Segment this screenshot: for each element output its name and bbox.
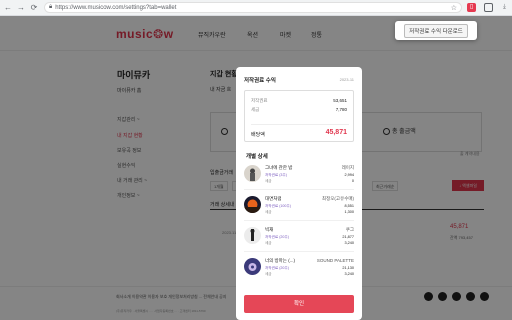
modal-title: 저작권료 수익 — [244, 78, 276, 84]
tax-value: 1,300 — [344, 210, 354, 214]
tax-label: 세금 — [265, 210, 272, 214]
extension-popup: 저작권료 수익 다운로드 — [395, 21, 477, 40]
forward-icon[interactable]: → — [16, 3, 26, 13]
song-item: 대면처럼 최정오(고유수매) 저작권료 (100주) 세금 8,551 1,30… — [244, 195, 354, 225]
song-title: 그녀에 관한 밤 — [265, 165, 293, 170]
tax-label: 세금 — [265, 241, 272, 245]
summary-tax-value: 7,780 — [335, 107, 347, 112]
royalty-value: 8,551 — [344, 204, 354, 208]
payout-label: 배당액 — [251, 132, 265, 138]
url-text: https://www.musicow.com/settings?tab=wal… — [55, 4, 177, 11]
summary-royalty-label: 저작권료 — [251, 98, 268, 103]
album-cover — [244, 165, 261, 182]
detail-title: 개별 상세 — [246, 154, 268, 160]
item-divider — [244, 220, 354, 221]
royalty-value: 21,877 — [342, 235, 354, 239]
item-divider — [244, 251, 354, 252]
royalty-download-button[interactable]: 저작권료 수익 다운로드 — [404, 23, 468, 38]
tax-value: 0 — [351, 179, 354, 183]
royalty-label: 저작권료 (20주) — [265, 266, 289, 270]
song-artist: SOUND PALETTE — [316, 258, 354, 263]
payout-value: 45,871 — [325, 129, 347, 136]
song-item: 빅재 쿠그 저작권료 (20주) 세금 21,877 3,240 — [244, 226, 354, 256]
extension-download-icon[interactable]: ▯ — [467, 3, 476, 12]
lock-icon: 🔒︎ — [49, 4, 53, 10]
royalty-label: 저작권료 (20주) — [265, 235, 289, 239]
browser-toolbar: ← → ⟳ 🔒︎ https://www.musicow.com/setting… — [0, 0, 512, 16]
song-title: 너의 방마는 (...) — [265, 258, 295, 263]
summary-box: 저작권료 53,651 세금 7,780 배당액 45,871 — [244, 90, 354, 142]
extensions-puzzle-icon[interactable] — [484, 3, 493, 12]
album-cover — [244, 258, 261, 275]
royalty-value: 21,130 — [342, 266, 354, 270]
song-item: 너의 방마는 (...) SOUND PALETTE 저작권료 (20주) 세금… — [244, 257, 354, 287]
tax-label: 세금 — [265, 272, 272, 276]
summary-tax-label: 세금 — [251, 107, 260, 112]
song-artist: 레이지 — [341, 165, 354, 170]
bookmark-star-icon[interactable]: ☆ — [451, 4, 457, 12]
confirm-button[interactable]: 확인 — [244, 295, 354, 313]
summary-royalty-value: 53,651 — [333, 98, 347, 103]
downloads-icon[interactable]: ⤓ — [500, 3, 509, 12]
tax-label: 세금 — [265, 179, 272, 183]
tax-value: 3,240 — [344, 272, 354, 276]
song-title: 빅재 — [265, 227, 274, 232]
album-cover — [244, 196, 261, 213]
address-bar[interactable]: 🔒︎ https://www.musicow.com/settings?tab=… — [44, 2, 462, 13]
song-artist: 최정오(고유수매) — [322, 196, 354, 201]
modal-date: 2023-11 — [339, 77, 354, 82]
song-artist: 쿠그 — [345, 227, 354, 232]
album-cover — [244, 227, 261, 244]
royalty-label: 저작권료 (3주) — [265, 173, 287, 177]
reload-icon[interactable]: ⟳ — [29, 3, 39, 13]
royalty-label: 저작권료 (100주) — [265, 204, 291, 208]
song-title: 대면처럼 — [265, 196, 282, 201]
back-icon[interactable]: ← — [3, 3, 13, 13]
song-item: 그녀에 관한 밤 레이지 저작권료 (3주) 세금 2,994 0 — [244, 164, 354, 194]
royalty-value: 2,994 — [344, 173, 354, 177]
royalty-modal: 저작권료 수익 2023-11 저작권료 53,651 세금 7,780 배당액… — [236, 67, 362, 320]
item-divider — [244, 189, 354, 190]
summary-divider — [251, 124, 349, 125]
tax-value: 3,240 — [344, 241, 354, 245]
